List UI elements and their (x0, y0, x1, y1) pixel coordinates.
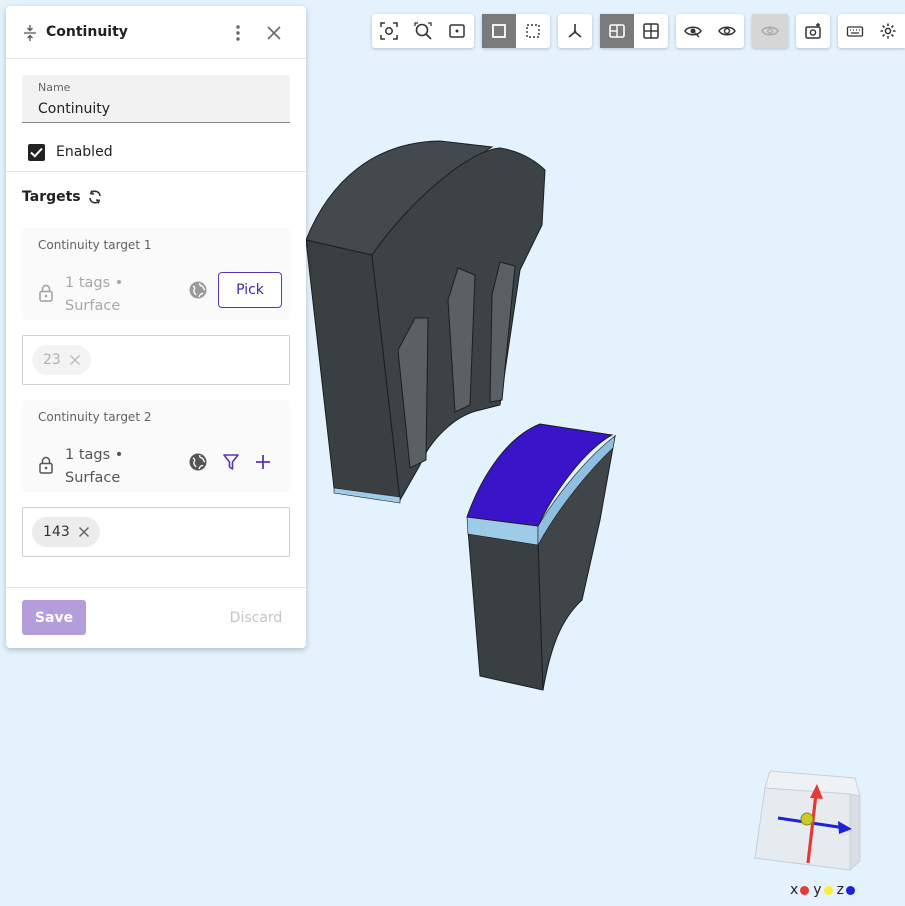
orientation-cube[interactable] (750, 766, 870, 876)
visibility-disabled-icon[interactable] (752, 14, 788, 48)
tag-chip[interactable]: 143 (32, 517, 100, 547)
enabled-checkbox[interactable] (28, 143, 45, 161)
target-tags-summary: 1 tags • Surface (65, 444, 123, 490)
tag-chip-label: 143 (43, 524, 70, 540)
targets-header: Targets (22, 189, 103, 205)
divider (6, 171, 306, 172)
discard-button[interactable]: Discard (226, 600, 286, 635)
tag-chip[interactable]: 23 (32, 345, 91, 375)
grid-view-icon[interactable] (634, 14, 668, 48)
lock-icon (39, 456, 53, 474)
lock-icon (39, 284, 53, 302)
axis-legend: x y z (790, 882, 859, 898)
name-field-value[interactable]: Continuity (38, 101, 110, 117)
axis-legend-z: z (837, 882, 855, 898)
toolbar-group-visibility (676, 14, 744, 48)
screenshot-icon[interactable] (796, 14, 830, 48)
toolbar-group-capture (796, 14, 830, 48)
save-button[interactable]: Save (22, 600, 86, 635)
continuity-feature-icon (24, 25, 36, 41)
toolbar-group-misc (838, 14, 905, 48)
pick-button[interactable]: Pick (218, 272, 282, 308)
block-part-front-face[interactable] (467, 529, 544, 691)
zoom-to-selection-icon[interactable] (406, 14, 440, 48)
name-field-label: Name (38, 81, 71, 94)
axes-icon[interactable] (558, 14, 592, 48)
enabled-label: Enabled (56, 144, 113, 160)
hide-icon[interactable] (676, 14, 710, 48)
add-icon[interactable] (254, 453, 272, 471)
axis-legend-x: x (790, 882, 810, 898)
globe-icon[interactable] (188, 452, 208, 472)
filter-icon[interactable] (222, 453, 240, 471)
toolbar-group-camera (372, 14, 474, 48)
target-chips-box[interactable]: 23 (22, 335, 290, 385)
target-chips-box[interactable]: 143 (22, 507, 290, 557)
close-icon[interactable] (263, 22, 285, 44)
keyboard-icon[interactable] (838, 14, 872, 48)
name-field[interactable]: Name Continuity (22, 75, 290, 123)
panel-title: Continuity (46, 24, 128, 40)
toolbar-group-axes (558, 14, 592, 48)
tags-count: 1 tags • (65, 275, 124, 291)
targets-title: Targets (22, 189, 81, 205)
settings-icon[interactable] (872, 14, 905, 48)
divider (6, 587, 306, 588)
tags-type: Surface (65, 298, 121, 314)
show-icon[interactable] (710, 14, 744, 48)
section-view-icon[interactable] (600, 14, 634, 48)
frame-icon[interactable] (440, 14, 474, 48)
toolbar-group-isolate (752, 14, 788, 48)
tags-type: Surface (65, 470, 121, 486)
globe-icon[interactable] (188, 280, 208, 300)
target-title: Continuity target 2 (38, 410, 152, 424)
solid-view-icon[interactable] (482, 14, 516, 48)
axis-legend-y: y (813, 882, 833, 898)
remove-chip-icon[interactable] (69, 354, 81, 366)
panel-header: Continuity (6, 6, 306, 59)
target-title: Continuity target 1 (38, 238, 152, 252)
wireframe-view-icon[interactable] (516, 14, 550, 48)
more-options-icon[interactable] (228, 22, 248, 44)
zoom-to-fit-icon[interactable] (372, 14, 406, 48)
toolbar-group-render (482, 14, 550, 48)
refresh-icon[interactable] (87, 189, 103, 205)
toolbar-group-section (600, 14, 668, 48)
enabled-row[interactable]: Enabled (28, 143, 113, 161)
remove-chip-icon[interactable] (78, 526, 90, 538)
tags-count: 1 tags • (65, 447, 124, 463)
check-icon (30, 147, 43, 158)
continuity-panel: Continuity Name Continuity Enabled Targe… (6, 6, 306, 648)
y-axis-point (800, 812, 814, 826)
tag-chip-label: 23 (43, 352, 61, 368)
target-tags-summary: 1 tags • Surface (65, 272, 123, 318)
